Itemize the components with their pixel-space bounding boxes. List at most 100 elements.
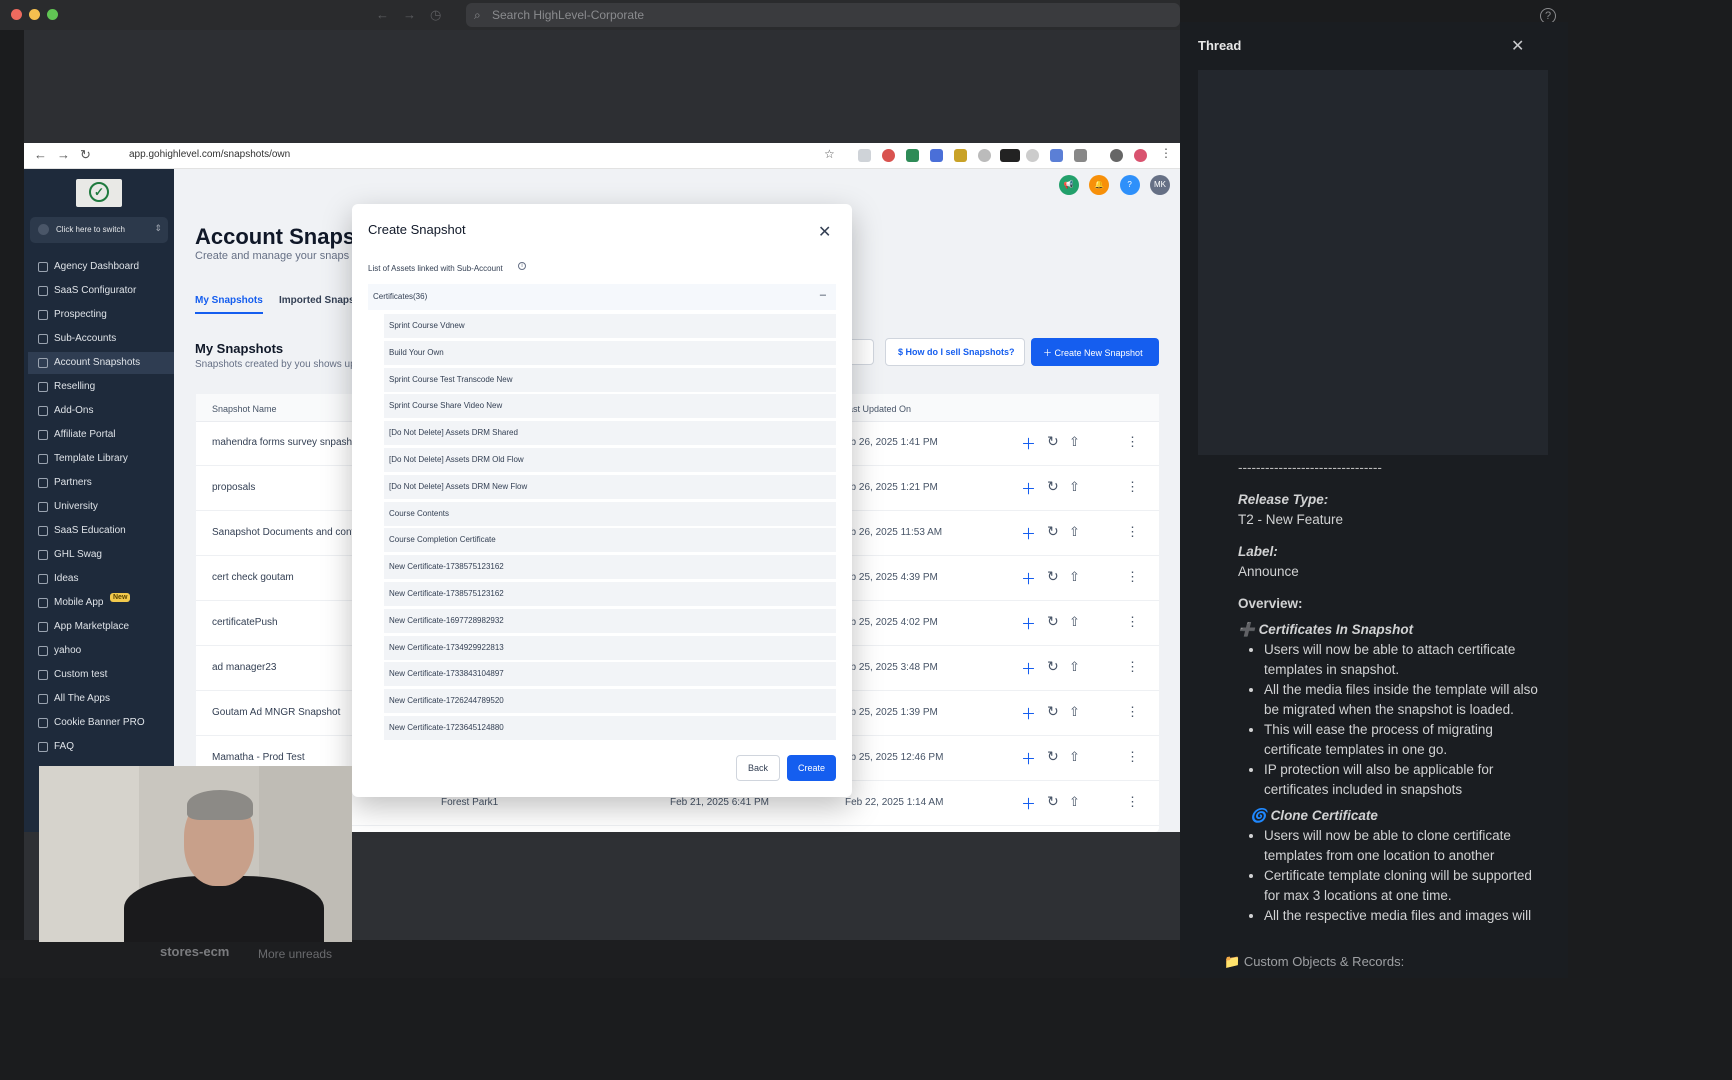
extension-icon[interactable] [882,149,895,162]
list-item[interactable]: Sprint Course Test Transcode New [384,367,836,392]
extension-icon[interactable] [930,149,943,162]
close-icon[interactable]: ✕ [1511,36,1524,56]
plus-icon[interactable]: ＋ [1021,658,1036,679]
extension-icon[interactable] [906,149,919,162]
refresh-icon[interactable]: ↻ [1047,748,1059,765]
list-item[interactable]: New Certificate-1697728982932 [384,608,836,633]
more-options-icon[interactable]: ⋮ [1126,794,1139,810]
sidebar-item-reselling[interactable]: Reselling [28,376,174,398]
profile-avatar[interactable] [1134,149,1147,162]
tab-imported-snapshots[interactable]: Imported Snapsh [279,295,361,312]
sidebar-item-yahoo[interactable]: yahoo [28,640,174,662]
more-options-icon[interactable]: ⋮ [1126,569,1139,585]
sidebar-item-custom-test[interactable]: Custom test [28,664,174,686]
sidebar-item-saas-configurator[interactable]: SaaS Configurator [28,280,174,302]
close-icon[interactable]: ✕ [818,222,831,242]
plus-icon[interactable]: ＋ [1021,748,1036,769]
notification-bell-icon[interactable]: 🔔 [1089,175,1110,195]
how-to-sell-button[interactable]: $ How do I sell Snapshots? [885,338,1025,366]
share-icon[interactable]: ⇧ [1069,659,1080,675]
browser-nav-icons[interactable]: ←→↻ [34,147,101,163]
info-icon[interactable]: i [518,262,526,270]
list-item[interactable]: New Certificate-1738575123162 [384,581,836,606]
more-options-icon[interactable]: ⋮ [1126,614,1139,630]
back-button[interactable]: Back [736,755,780,781]
more-options-icon[interactable]: ⋮ [1126,659,1139,675]
share-icon[interactable]: ⇧ [1069,614,1080,630]
list-item[interactable]: Course Completion Certificate [384,528,836,553]
sidebar-item-template-library[interactable]: Template Library [28,448,174,470]
list-item[interactable]: New Certificate-1723645124880 [384,715,836,740]
user-avatar[interactable]: MK [1150,175,1170,195]
zoom-window-button[interactable] [47,9,58,20]
plus-icon[interactable]: ＋ [1021,703,1036,724]
more-unreads-button[interactable]: More unreads [258,947,332,961]
more-options-icon[interactable]: ⋮ [1126,749,1139,765]
list-item[interactable]: Sprint Course Vdnew [384,314,836,338]
share-icon[interactable]: ⇧ [1069,434,1080,450]
history-nav-icons[interactable]: ←→◷ [376,7,455,23]
sidebar-item-cookie-banner-pro[interactable]: Cookie Banner PRO [28,712,174,734]
certificates-group-header[interactable]: Certificates(36) – [368,284,836,310]
sidebar-item-university[interactable]: University [28,496,174,518]
sidebar-item-ghl-swag[interactable]: GHL Swag [28,544,174,566]
share-icon[interactable]: ⇧ [1069,704,1080,720]
list-item[interactable]: Build Your Own [384,340,836,365]
extension-icon[interactable] [1026,149,1039,162]
more-options-icon[interactable]: ⋮ [1126,434,1139,450]
more-options-icon[interactable]: ⋮ [1126,524,1139,540]
plus-icon[interactable]: ＋ [1021,433,1036,454]
refresh-icon[interactable]: ↻ [1047,613,1059,630]
puzzle-icon[interactable] [1074,149,1087,162]
list-item[interactable]: [Do Not Delete] Assets DRM Old Flow [384,447,836,472]
list-item[interactable]: New Certificate-1726244789520 [384,689,836,714]
more-options-icon[interactable]: ⋮ [1126,704,1139,720]
plus-icon[interactable]: ＋ [1021,793,1036,814]
workspace-search-input[interactable]: ⌕ Search HighLevel-Corporate [466,3,1180,27]
more-options-icon[interactable]: ⋮ [1126,479,1139,495]
minimize-window-button[interactable] [29,9,40,20]
sidebar-item-sub-accounts[interactable]: Sub-Accounts [28,328,174,350]
refresh-icon[interactable]: ↻ [1047,433,1059,450]
create-new-snapshot-button[interactable]: ＋ Create New Snapshot [1031,338,1159,366]
extension-icon[interactable] [978,149,991,162]
share-icon[interactable]: ⇧ [1069,749,1080,765]
sidebar-item-prospecting[interactable]: Prospecting [28,304,174,326]
channel-name[interactable]: stores-ecm [160,944,229,959]
sidebar-item-faq[interactable]: FAQ [28,736,174,758]
share-icon[interactable]: ⇧ [1069,524,1080,540]
account-switcher[interactable]: Click here to switch ⇕ [30,217,168,243]
extension-icon[interactable] [1000,149,1020,162]
refresh-icon[interactable]: ↻ [1047,568,1059,585]
sidebar-item-partners[interactable]: Partners [28,472,174,494]
extension-icon[interactable] [1110,149,1123,162]
help-icon[interactable]: ? [1119,175,1140,195]
plus-icon[interactable]: ＋ [1021,568,1036,589]
browser-menu-icon[interactable]: ⋮ [1160,146,1173,160]
list-item[interactable]: New Certificate-1733843104897 [384,662,836,687]
refresh-icon[interactable]: ↻ [1047,478,1059,495]
plus-icon[interactable]: ＋ [1021,523,1036,544]
refresh-icon[interactable]: ↻ [1047,793,1059,810]
sidebar-item-all-the-apps[interactable]: All The Apps [28,688,174,710]
share-icon[interactable]: ⇧ [1069,794,1080,810]
bookmark-star-icon[interactable]: ☆ [824,147,837,161]
announcement-icon[interactable]: 📢 [1058,175,1079,195]
sidebar-item-add-ons[interactable]: Add-Ons [28,400,174,422]
share-icon[interactable]: ⇧ [1069,569,1080,585]
address-bar[interactable]: app.gohighlevel.com/snapshots/own [129,149,290,160]
sidebar-item-app-marketplace[interactable]: App Marketplace [28,616,174,638]
sidebar-item-mobile-app[interactable]: Mobile App New [28,592,174,614]
plus-icon[interactable]: ＋ [1021,613,1036,634]
share-icon[interactable]: ⇧ [1069,479,1080,495]
list-item[interactable]: Sprint Course Share Video New [384,394,836,419]
sidebar-item-ideas[interactable]: Ideas [28,568,174,590]
list-item[interactable]: [Do Not Delete] Assets DRM Shared [384,421,836,446]
create-button[interactable]: Create [787,755,836,781]
plus-icon[interactable]: ＋ [1021,478,1036,499]
close-window-button[interactable] [11,9,22,20]
list-item[interactable]: New Certificate-1738575123162 [384,555,836,580]
extension-icon[interactable] [954,149,967,162]
sidebar-item-saas-education[interactable]: SaaS Education [28,520,174,542]
list-item[interactable]: [Do Not Delete] Assets DRM New Flow [384,474,836,499]
